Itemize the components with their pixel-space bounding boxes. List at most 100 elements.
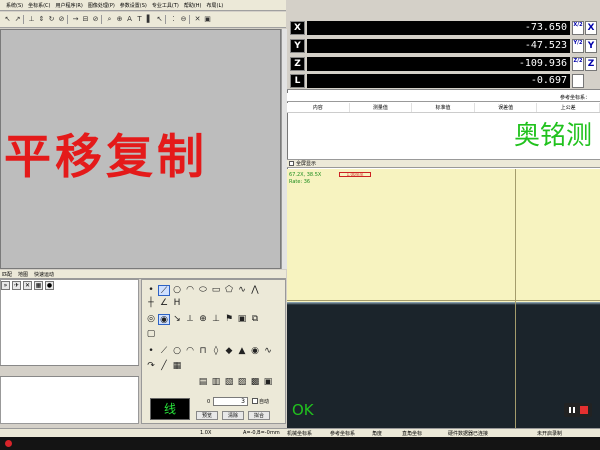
rect-icon[interactable]: ▭ [210, 285, 222, 296]
auto-report-icon[interactable]: ▤ [197, 377, 209, 388]
pause-icon[interactable] [569, 407, 575, 413]
x-zero-button[interactable]: X [585, 21, 597, 35]
auto-stats-icon[interactable]: ▨ [236, 377, 248, 388]
forward-icon[interactable]: » [1, 281, 10, 290]
bold-icon[interactable]: ▌ [145, 14, 154, 25]
move-icon[interactable]: ⇕ [37, 14, 46, 25]
curve-icon[interactable]: ∿ [236, 285, 248, 296]
auto-line-icon[interactable]: ⟋ [158, 346, 170, 357]
font-icon[interactable]: A [125, 14, 134, 25]
auto-curve-icon[interactable]: ∿ [262, 346, 274, 357]
tab-match[interactable]: 匹配 [2, 271, 12, 278]
dots-icon[interactable]: ⁚ [169, 14, 178, 25]
zoom-stepper[interactable]: 3 [213, 397, 248, 406]
point-icon[interactable]: • [145, 285, 157, 296]
pointer-arrow-icon[interactable]: ↖ [155, 14, 164, 25]
tangent-icon[interactable]: H [171, 298, 183, 309]
flag-icon[interactable]: ⚑ [223, 314, 235, 325]
menu-image[interactable]: 图像处理(P) [88, 2, 115, 9]
app-icon[interactable] [5, 440, 12, 447]
auto-color-icon[interactable]: ▩ [249, 377, 261, 388]
zoom-icon[interactable]: ⊕ [115, 14, 124, 25]
status-angle[interactable]: 角度 [372, 430, 382, 437]
line-icon[interactable]: ⟋ [158, 285, 170, 296]
text-icon[interactable]: T [135, 14, 144, 25]
refresh-icon[interactable]: ↻ [47, 14, 56, 25]
clear-button[interactable]: 清除 [222, 411, 244, 420]
lock-icon[interactable]: ⊥ [27, 14, 36, 25]
tab-quick-move[interactable]: 快速运动 [34, 271, 54, 278]
auto-export-icon[interactable]: ↷ [145, 361, 157, 372]
pointer-icon[interactable]: ↖ [3, 14, 12, 25]
slot-icon[interactable]: ⬠ [223, 285, 235, 296]
grid-icon[interactable]: ▦ [34, 281, 43, 290]
tab-map[interactable]: 地图 [18, 271, 28, 278]
auto-checkbox[interactable] [252, 398, 258, 404]
auto-slot-icon[interactable]: ◊ [210, 346, 222, 357]
ellipse-icon[interactable]: ⬭ [197, 285, 209, 296]
auto-chart-icon[interactable]: ╱ [158, 361, 170, 372]
y-zero-button[interactable]: Y [585, 39, 597, 53]
preview-button[interactable]: 预览 [196, 411, 218, 420]
image-icon[interactable]: ▣ [236, 314, 248, 325]
image-icon[interactable]: ▣ [203, 14, 212, 25]
menu-params[interactable]: 参数设置(S) [120, 2, 147, 9]
copy-icon[interactable]: ⧉ [249, 314, 261, 325]
target-icon[interactable]: ↘ [171, 314, 183, 325]
delete-icon[interactable]: ✕ [23, 281, 32, 290]
run-icon[interactable]: ✈ [12, 281, 21, 290]
ring-icon[interactable]: ◎ [145, 314, 157, 325]
magnify-icon[interactable]: ⌕ [105, 14, 114, 25]
auto-polygon-icon[interactable]: ▲ [236, 346, 248, 357]
slash-icon[interactable]: ⊘ [91, 14, 100, 25]
menu-system[interactable]: 系统(S) [6, 2, 23, 9]
auto-grid-icon[interactable]: ▥ [210, 377, 222, 388]
camera-view[interactable]: 67.2X, 38.5X Rate: 36 1.00mm OK [287, 169, 600, 429]
l-blank-button[interactable] [572, 74, 584, 88]
auto-target-icon[interactable]: ◉ [249, 346, 261, 357]
ruler-icon[interactable]: ⊟ [81, 14, 90, 25]
circle-icon[interactable]: ○ [171, 285, 183, 296]
menu-layout[interactable]: 布局(L) [207, 2, 224, 9]
status-linear[interactable]: 直角坐标 [402, 430, 422, 437]
auto-doc-icon[interactable]: ▧ [223, 377, 235, 388]
status-ref[interactable]: 参考坐标系 [330, 430, 355, 437]
record-icon[interactable]: ● [45, 281, 54, 290]
status-machine[interactable]: 机械坐标系 [287, 430, 312, 437]
y-half-button[interactable]: Y/2 [572, 39, 584, 53]
cross-icon[interactable]: ┼ [145, 298, 157, 309]
pin-icon[interactable]: ⟂ [184, 314, 196, 325]
menu-help[interactable]: 帮助(H) [184, 2, 202, 9]
menu-coordinate[interactable]: 坐标系(C) [28, 2, 50, 9]
auto-point-icon[interactable]: • [145, 346, 157, 357]
arc-icon[interactable]: ◠ [184, 285, 196, 296]
program-splitter[interactable] [0, 365, 139, 377]
z-zero-button[interactable]: Z [585, 57, 597, 71]
menu-tools[interactable]: 专业工具(T) [152, 2, 179, 9]
menu-program[interactable]: 用户程序(R) [55, 2, 82, 9]
angle-icon[interactable]: ∠ [158, 298, 170, 309]
z-half-button[interactable]: Z/2 [572, 57, 584, 71]
zoom-out-icon[interactable]: ⊖ [179, 14, 188, 25]
close-icon[interactable]: ✕ [193, 14, 202, 25]
cursor-icon[interactable]: ↗ [13, 14, 22, 25]
polyline-icon[interactable]: ⋀ [249, 285, 261, 296]
col-error: 误差值 [475, 103, 538, 112]
stop-icon[interactable] [580, 406, 588, 414]
auto-arc-icon[interactable]: ◠ [184, 346, 196, 357]
distance-icon[interactable]: ◉ [158, 314, 170, 325]
auto-fill-icon[interactable]: ◆ [223, 346, 235, 357]
auto-barcode-icon[interactable]: ▦ [171, 361, 183, 372]
program-list-panel[interactable] [0, 279, 139, 424]
zoom-target-icon[interactable]: ⊕ [197, 314, 209, 325]
x-half-button[interactable]: X/2 [572, 21, 584, 35]
block-icon[interactable]: ⊘ [57, 14, 66, 25]
auto-rect-icon[interactable]: ⊓ [197, 346, 209, 357]
fit-button[interactable]: 拟合 [248, 411, 270, 420]
arrow-icon[interactable]: → [71, 14, 80, 25]
auto-circle-icon[interactable]: ○ [171, 346, 183, 357]
fullscreen-checkbox[interactable] [289, 161, 294, 166]
fill-icon[interactable]: ▢ [145, 329, 157, 340]
auto-screen-icon[interactable]: ▣ [262, 377, 274, 388]
pin2-icon[interactable]: ⊥ [210, 314, 222, 325]
